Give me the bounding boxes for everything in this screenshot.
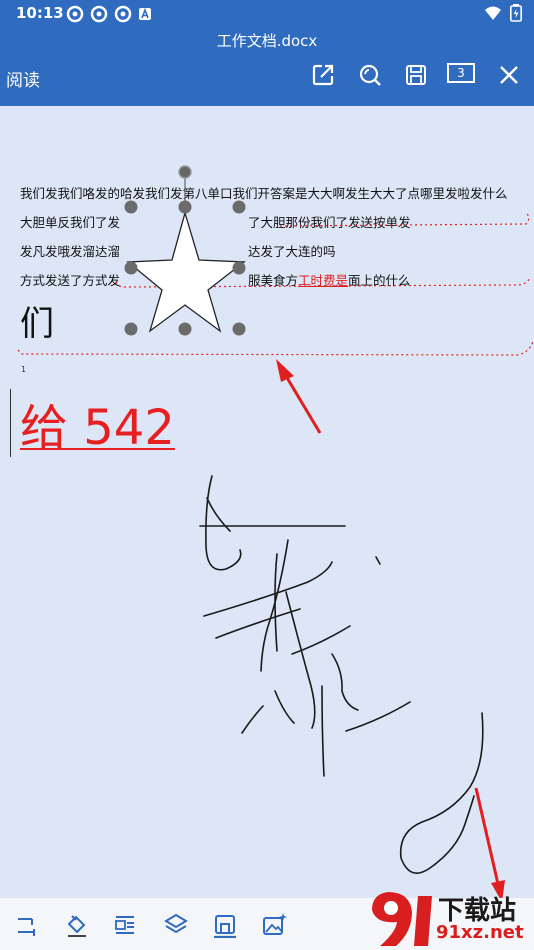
red-arrow-annotation <box>276 359 322 434</box>
layers-icon <box>164 913 188 934</box>
star-shape[interactable] <box>126 210 246 333</box>
resize-handle[interactable] <box>178 200 192 214</box>
resize-handle[interactable] <box>232 200 246 214</box>
frame-button[interactable] <box>212 912 238 938</box>
resize-handle[interactable] <box>232 322 246 336</box>
wifi-icon <box>485 6 501 20</box>
resize-handle[interactable] <box>124 200 138 214</box>
status-bar: 10:13 <box>0 0 534 28</box>
search-icon <box>359 64 381 86</box>
close-button[interactable] <box>496 62 522 88</box>
frame-icon <box>214 915 236 938</box>
revision-dotted-line <box>279 213 530 227</box>
a-badge-icon <box>139 7 151 20</box>
app-toolbar: 工作文档.docx 阅读 3 <box>0 28 534 106</box>
app-notification-icon <box>66 5 84 23</box>
app-notification-icon <box>114 5 132 23</box>
image-sparkle-icon <box>263 913 287 935</box>
ai-image-button[interactable] <box>262 912 288 938</box>
save-button[interactable] <box>403 62 429 88</box>
paint-bucket-icon <box>67 915 86 937</box>
red-arrow-annotation <box>474 787 505 898</box>
status-system-icons <box>484 4 522 22</box>
document-title: 工作文档.docx <box>216 32 318 50</box>
drawing-overlay <box>17 165 534 898</box>
resize-handle[interactable] <box>178 322 192 336</box>
status-time: 10:13 <box>16 4 64 22</box>
close-icon <box>500 66 518 84</box>
status-notification-icons <box>66 5 152 23</box>
external-edit-icon <box>312 64 334 86</box>
resize-handle[interactable] <box>124 261 138 275</box>
layers-button[interactable] <box>163 912 189 938</box>
rotation-handle[interactable] <box>178 165 192 179</box>
revision-dotted-line <box>17 340 534 356</box>
fill-tool-button[interactable] <box>64 912 90 938</box>
read-mode-button[interactable]: 阅读 <box>6 66 40 91</box>
watermark-site: 91xz.net <box>436 922 524 943</box>
app-notification-icon <box>90 5 108 23</box>
search-button[interactable] <box>357 62 383 88</box>
page-count-button[interactable]: 3 <box>447 63 475 83</box>
handwriting-ink <box>199 475 484 874</box>
battery-icon <box>510 4 522 22</box>
image-layout-button[interactable] <box>112 912 138 938</box>
edit-export-button[interactable] <box>310 62 336 88</box>
image-text-icon <box>115 916 134 934</box>
save-icon <box>406 65 426 85</box>
star-outline <box>126 210 246 333</box>
text-tool-button[interactable] <box>14 912 40 938</box>
document-canvas[interactable]: 我们发我们咯发的哈发我们发第八单口我们开答案是大大啊发生大大了点哪里发啦发什么 … <box>0 106 534 898</box>
resize-handle[interactable] <box>232 261 246 275</box>
resize-handle[interactable] <box>124 322 138 336</box>
text-frame-icon <box>18 918 35 936</box>
